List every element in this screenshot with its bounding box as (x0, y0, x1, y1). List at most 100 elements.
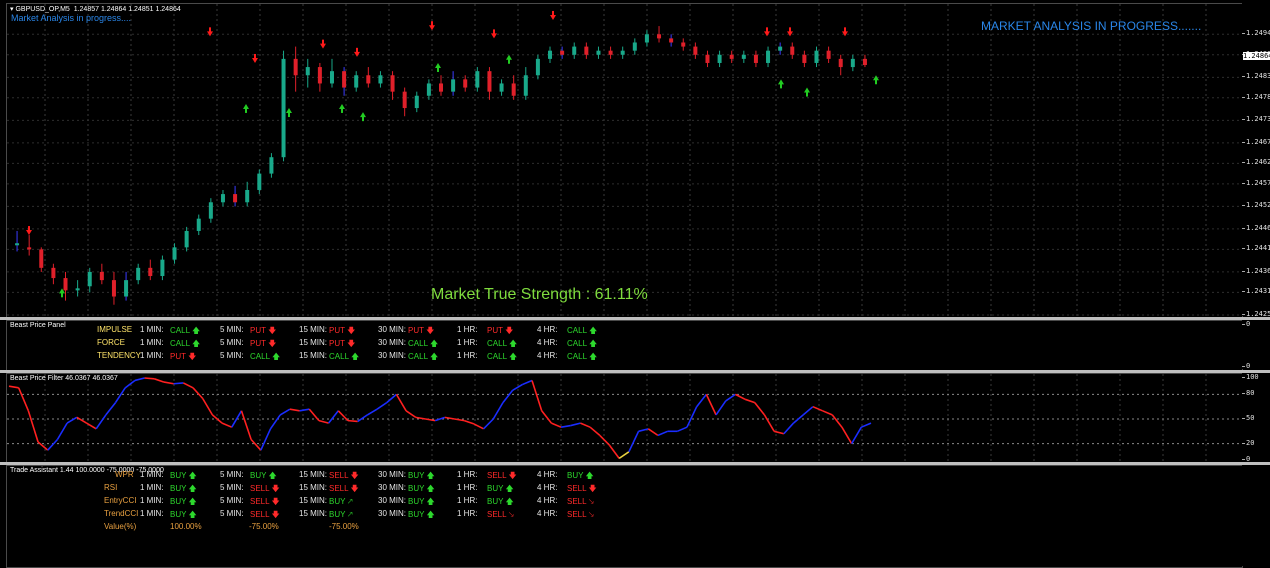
filter-line-segment (783, 422, 795, 435)
timeframe-label: 1 MIN: (140, 470, 164, 479)
filter-line-segment (802, 406, 814, 416)
timeframe-label: 1 MIN: (140, 338, 164, 347)
candle-body (463, 79, 468, 88)
arrow-down-icon: 🡇 (265, 339, 277, 348)
arrow-up-icon: 🡅 (503, 497, 514, 506)
signal-text: SELL (250, 497, 270, 506)
candle-body (596, 50, 601, 55)
timeframe-label: 30 MIN: (378, 338, 407, 347)
filter-line-segment (386, 393, 397, 404)
signal-text: BUY (329, 497, 346, 506)
arrow-down-icon: 🡇 (502, 326, 514, 335)
timeframe-label: 15 MIN: (299, 338, 328, 347)
price-tick-label: 1.24940 (1242, 29, 1270, 37)
candle-body (136, 267, 141, 281)
beast-price-filter-pane: Beast Price Filter 46.0367 46.0367 (6, 373, 1243, 464)
filter-line-segment (66, 416, 78, 424)
candle-body (850, 58, 855, 68)
filter-line-segment (105, 402, 117, 416)
price-chart-pane[interactable]: ▾ GBPUSD_OP,M5 1.24857 1.24864 1.24851 1… (6, 3, 1243, 318)
arrow-up-icon: 🡅 (424, 471, 435, 480)
filter-line-segment (551, 422, 562, 428)
signal-text: CALL (567, 339, 587, 348)
value-label: Value(%) (104, 522, 137, 531)
filter-line-segment (589, 426, 601, 437)
signal-call: BUY 🡅 (487, 496, 514, 510)
timeframe-label: 1 HR: (457, 338, 478, 347)
signal-call: CALL 🡅 (408, 351, 438, 365)
arrow-down-right-icon: 🡖 (586, 497, 594, 506)
candle-body (305, 67, 310, 76)
candle-body (584, 46, 589, 55)
signal-text: SELL (250, 484, 270, 493)
signal-call: BUY 🡅 (408, 509, 435, 523)
chart-header: ▾ GBPUSD_OP,M5 1.24857 1.24864 1.24851 1… (10, 5, 181, 13)
filter-line-segment (327, 410, 339, 424)
candle-body (75, 288, 80, 291)
timeframe-label: 4 HR: (537, 470, 558, 479)
price-axis[interactable]: 1.249401.248901.248351.247851.247301.246… (1242, 3, 1270, 318)
signal-put: PUT 🡇 (329, 325, 355, 339)
candle-body (535, 58, 540, 76)
candle-body (354, 75, 359, 88)
signal-text: BUY (408, 510, 425, 519)
candle-body (705, 54, 710, 63)
signal-call: BUY 🡅 (170, 496, 197, 510)
timeframe-label: 15 MIN: (299, 509, 328, 518)
candle-body (681, 42, 686, 47)
candle-body (511, 83, 516, 96)
arrow-down-icon: 🡇 (265, 326, 277, 335)
timeframe-label: 4 HR: (537, 496, 558, 505)
filter-line-segment (240, 410, 252, 440)
filter-line-segment (173, 382, 184, 385)
filter-line-segment (444, 416, 455, 420)
candle-body (293, 58, 298, 76)
arrow-up-icon: 🡅 (586, 326, 598, 335)
candle-body (790, 46, 795, 55)
filter-line-segment (831, 414, 843, 428)
timeframe-label: 5 MIN: (220, 509, 244, 518)
filter-line-segment (124, 379, 136, 389)
candle-body (669, 38, 674, 43)
timeframe-label: 1 HR: (457, 470, 478, 479)
signal-put: PUT 🡇 (329, 338, 355, 352)
signal-call: CALL 🡅 (170, 338, 200, 352)
filter-line-segment (735, 393, 746, 401)
candle-body (317, 67, 322, 84)
signal-put: SELL 🡇 (329, 483, 359, 497)
candle-body (184, 230, 189, 248)
timeframe-label: 1 HR: (457, 351, 478, 360)
filter-line-segment (628, 430, 640, 453)
current-price-marker: 1.24864 (1243, 52, 1270, 60)
filter-line-segment (618, 451, 630, 460)
timeframe-label: 5 MIN: (220, 496, 244, 505)
signal-text: SELL (250, 510, 270, 519)
filter-line-segment (580, 422, 591, 428)
trade-row-label: TrendCCI (104, 509, 139, 518)
filter-line-segment (56, 422, 68, 440)
signal-call: BUY 🡅 (567, 470, 594, 484)
filter-line-segment (560, 424, 571, 428)
filter-line-segment (144, 377, 155, 380)
chart-collapse-icon[interactable]: ▾ (10, 6, 14, 13)
timeframe-label: 5 MIN: (220, 325, 244, 334)
signal-text: CALL (567, 352, 587, 361)
filter-line-segment (686, 406, 698, 428)
timeframe-label: 30 MIN: (378, 496, 407, 505)
timeframe-label: 30 MIN: (378, 509, 407, 518)
filter-line-segment (366, 408, 378, 416)
signal-text: CALL (487, 352, 507, 361)
signal-call: BUY 🡅 (408, 470, 435, 484)
arrow-up-icon: 🡅 (189, 326, 201, 335)
arrow-down-icon: 🡇 (269, 510, 280, 519)
candle-body (172, 247, 177, 260)
arrow-up-icon: 🡅 (424, 497, 435, 506)
market-analysis-banner: MARKET ANALYSIS IN PROGRESS....... (981, 19, 1202, 33)
arrow-up-icon: 🡅 (348, 352, 360, 361)
candle-body (766, 50, 771, 63)
signal-text: CALL (408, 339, 428, 348)
timeframe-label: 1 HR: (457, 509, 478, 518)
timeframe-label: 4 HR: (537, 351, 558, 360)
signal-call: CALL 🡅 (408, 338, 438, 352)
filter-line-segment (492, 402, 504, 420)
